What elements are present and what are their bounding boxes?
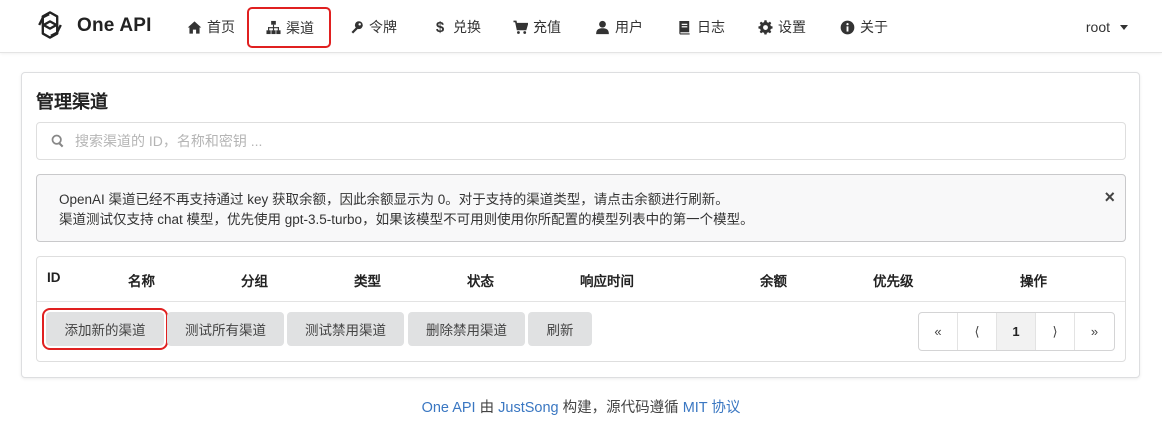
page-1-button[interactable]: 1 — [997, 313, 1036, 350]
key-icon — [348, 19, 364, 35]
column-header-priority[interactable]: 优先级 — [873, 270, 914, 290]
gear-icon — [757, 19, 773, 35]
nav-item-topup[interactable]: 充值 — [512, 9, 561, 45]
nav-label-topup: 充值 — [533, 19, 561, 35]
column-header-response[interactable]: 响应时间 — [580, 270, 634, 290]
home-icon — [186, 19, 202, 35]
nav-label-redeem: 兑换 — [453, 19, 481, 35]
user-menu[interactable]: root — [1086, 9, 1128, 45]
column-header-name[interactable]: 名称 — [128, 270, 155, 290]
last-page-button[interactable]: » — [1075, 313, 1114, 350]
search-box[interactable] — [36, 122, 1126, 160]
brand-name: One API — [77, 15, 152, 36]
nav-label-channels: 渠道 — [286, 19, 314, 36]
first-page-button[interactable]: « — [919, 313, 958, 350]
next-page-button[interactable]: ⟩ — [1036, 313, 1075, 350]
info-message: OpenAI 渠道已经不再支持通过 key 获取余额，因此余额显示为 0。对于支… — [36, 174, 1126, 242]
nav-label-tokens: 令牌 — [369, 19, 397, 35]
user-icon — [594, 19, 610, 35]
footer: One API 由 JustSong 构建，源代码遵循 MIT 协议 — [0, 396, 1162, 417]
column-header-type[interactable]: 类型 — [354, 270, 381, 290]
info-message-line-2: 渠道测试仅支持 chat 模型，优先使用 gpt-3.5-turbo，如果该模型… — [59, 212, 754, 227]
user-name: root — [1085, 19, 1110, 35]
info-circle-icon — [839, 19, 855, 35]
search-input[interactable] — [75, 133, 1055, 149]
footer-author-link[interactable]: JustSong — [498, 400, 558, 416]
nav-item-users[interactable]: 用户 — [594, 9, 643, 45]
book-icon — [676, 19, 692, 35]
test-all-channels-button[interactable]: 测试所有渠道 — [167, 312, 284, 346]
footer-license-link[interactable]: MIT 协议 — [683, 400, 741, 416]
brand[interactable]: One API — [32, 9, 152, 43]
top-navbar: One API 首页 渠道 令牌 $ 兑换 充值 用户 日志 设置 关于 roo… — [0, 0, 1162, 53]
nav-label-settings: 设置 — [778, 19, 806, 35]
footer-by-text: 由 — [475, 400, 499, 416]
openai-logo-icon — [32, 7, 68, 46]
nav-item-redeem[interactable]: $ 兑换 — [432, 9, 481, 45]
nav-item-logs[interactable]: 日志 — [676, 9, 725, 45]
caret-down-icon — [1120, 24, 1128, 30]
nav-label-about: 关于 — [860, 19, 888, 35]
footer-project-link[interactable]: One API — [422, 400, 476, 416]
column-header-id[interactable]: ID — [47, 270, 61, 285]
channels-table: ID 名称 分组 类型 状态 响应时间 余额 优先级 操作 添加新的渠道 测试所… — [36, 256, 1126, 362]
nav-label-logs: 日志 — [697, 19, 725, 35]
test-disabled-channels-button[interactable]: 测试禁用渠道 — [287, 312, 404, 346]
pagination: « ⟨ 1 ⟩ » — [918, 312, 1115, 351]
nav-item-channels[interactable]: 渠道 — [247, 7, 331, 48]
column-header-actions: 操作 — [1020, 274, 1047, 289]
page-title: 管理渠道 — [36, 92, 108, 112]
nav-label-users: 用户 — [615, 19, 643, 35]
refresh-button[interactable]: 刷新 — [528, 312, 592, 346]
prev-page-button[interactable]: ⟨ — [958, 313, 997, 350]
nav-item-home[interactable]: 首页 — [186, 9, 235, 45]
table-header: ID 名称 分组 类型 状态 响应时间 余额 优先级 操作 — [37, 257, 1125, 302]
dollar-icon: $ — [435, 18, 445, 36]
nav-item-about[interactable]: 关于 — [839, 9, 888, 45]
nav-item-tokens[interactable]: 令牌 — [348, 9, 397, 45]
search-icon — [51, 134, 65, 148]
cart-icon — [512, 19, 528, 35]
nav-item-settings[interactable]: 设置 — [757, 9, 806, 45]
delete-disabled-channels-button[interactable]: 删除禁用渠道 — [408, 312, 525, 346]
channels-card: 管理渠道 OpenAI 渠道已经不再支持通过 key 获取余额，因此余额显示为 … — [21, 72, 1140, 378]
column-header-status[interactable]: 状态 — [467, 270, 494, 290]
info-message-line-1: OpenAI 渠道已经不再支持通过 key 获取余额，因此余额显示为 0。对于支… — [59, 192, 729, 207]
footer-built-text: 构建，源代码遵循 — [558, 400, 683, 416]
column-header-balance[interactable]: 余额 — [760, 270, 787, 290]
column-header-group[interactable]: 分组 — [241, 270, 268, 290]
close-icon[interactable]: × — [1104, 187, 1115, 207]
nav-label-home: 首页 — [207, 19, 235, 35]
sitemap-icon — [265, 20, 281, 36]
add-channel-button[interactable]: 添加新的渠道 — [42, 308, 168, 350]
